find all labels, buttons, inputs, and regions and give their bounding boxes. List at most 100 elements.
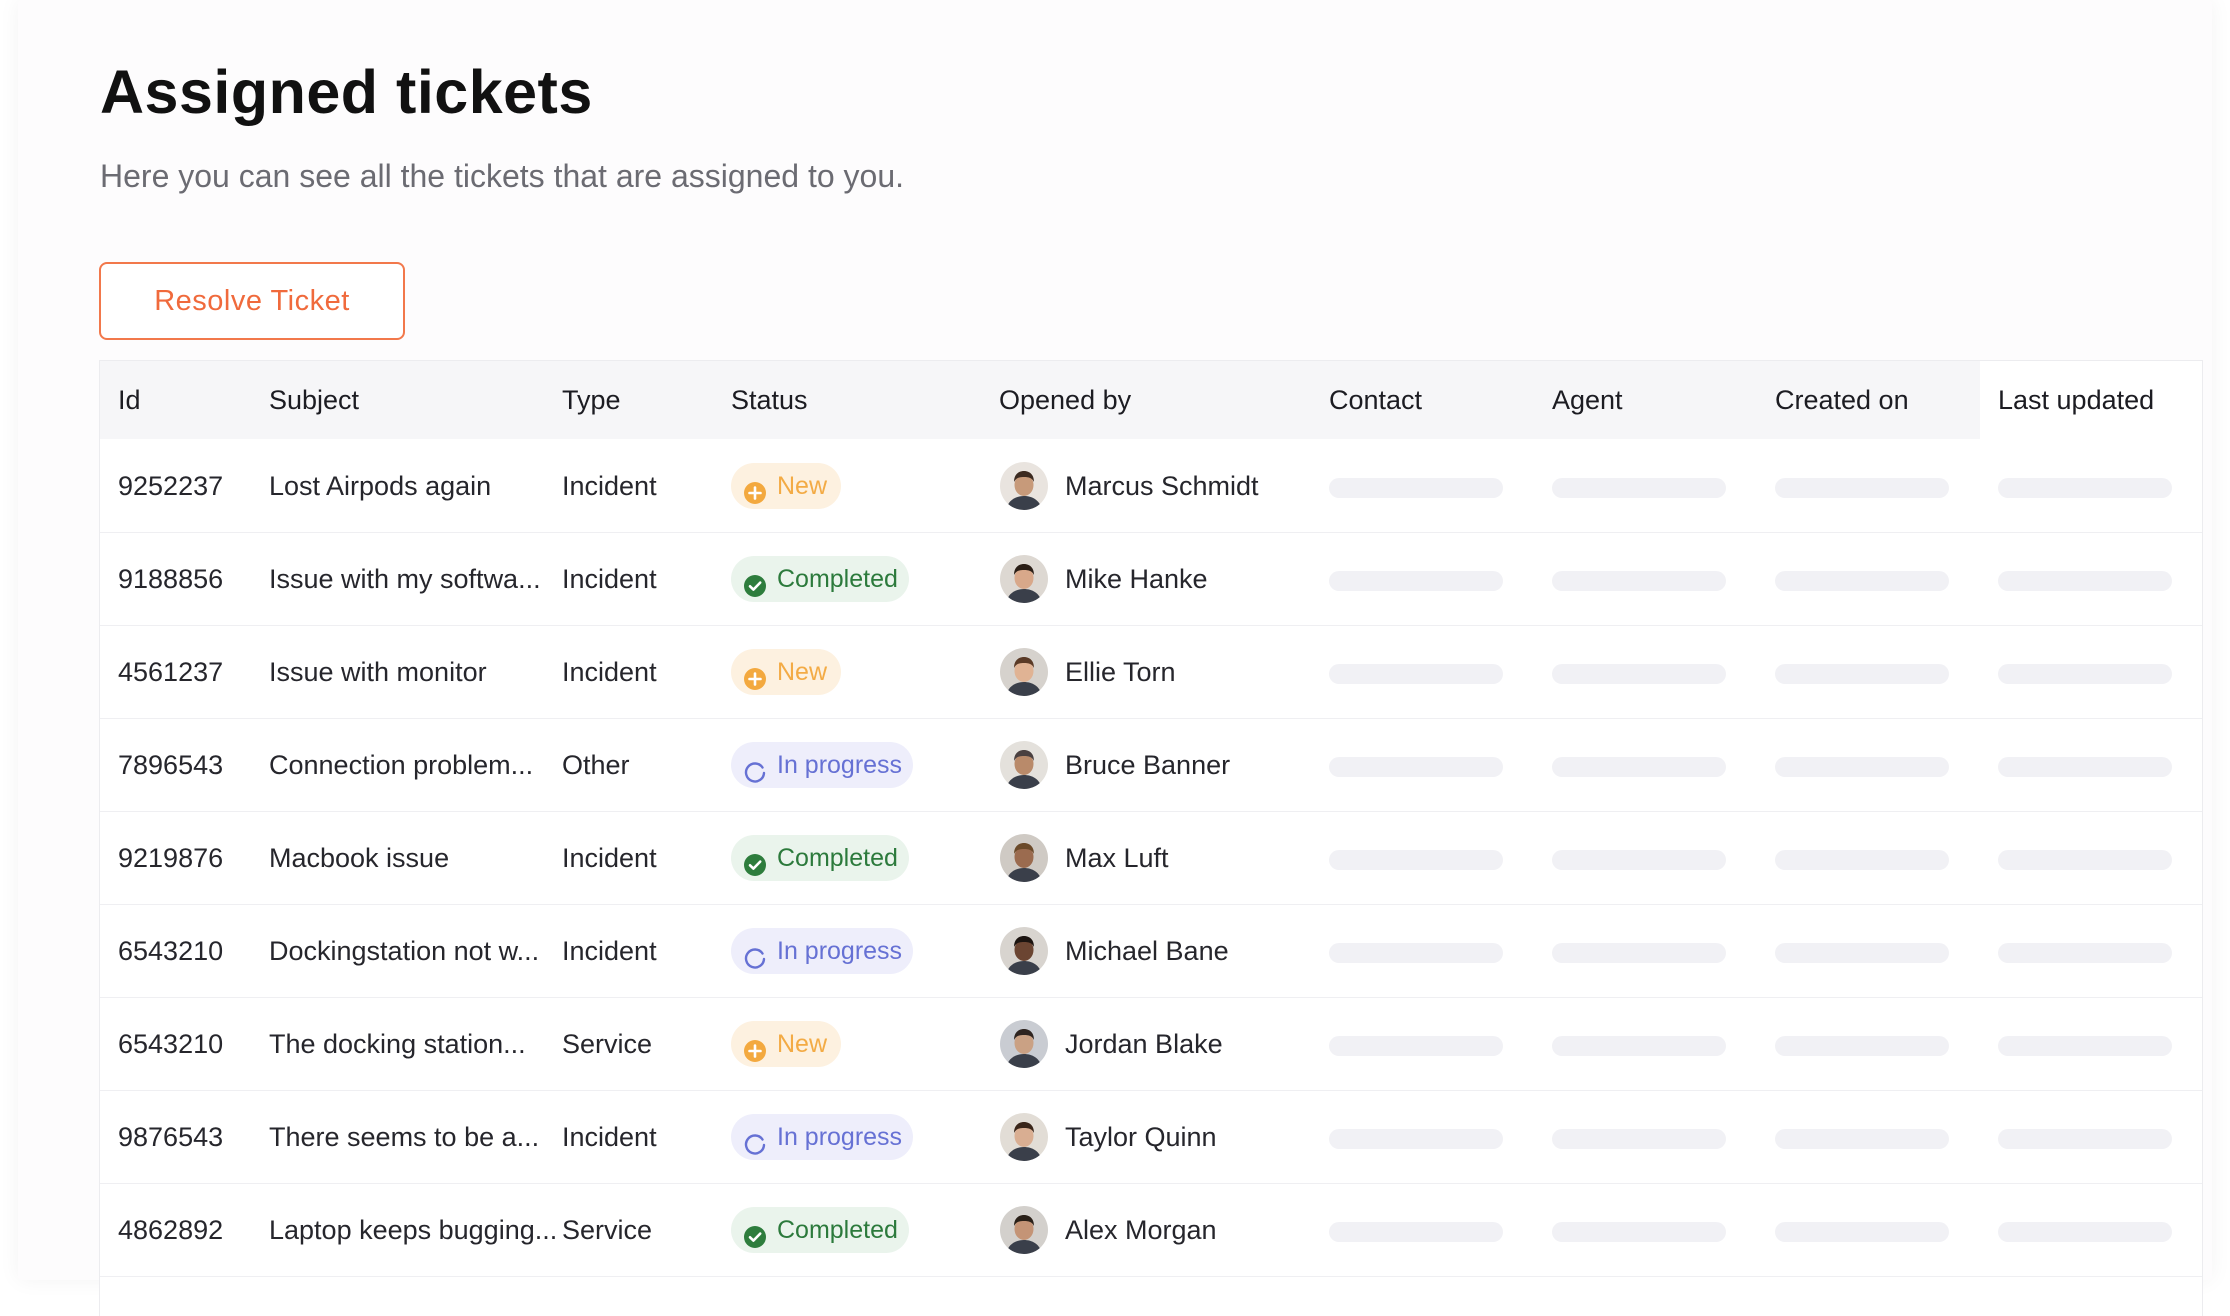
ticket-subject[interactable]: There seems to be a... — [269, 1091, 539, 1183]
status-label: New — [777, 658, 828, 686]
status-badge: In progress — [731, 742, 913, 788]
resolve-ticket-button[interactable]: Resolve Ticket — [99, 262, 405, 340]
contact-skeleton — [1329, 571, 1503, 591]
column-header-last-updated[interactable]: Last updated — [1998, 361, 2154, 439]
created-on-skeleton — [1775, 571, 1949, 591]
opened-by-name: Alex Morgan — [1065, 1215, 1217, 1245]
progress-spinner-icon — [743, 753, 767, 783]
table-row[interactable]: 4862892 Laptop keeps bugging... Service Com… — [100, 1184, 2202, 1277]
ticket-subject[interactable]: Issue with my softwa... — [269, 533, 541, 625]
ticket-type: Incident — [562, 1122, 657, 1152]
last-updated-skeleton — [1998, 1036, 2172, 1056]
agent-skeleton — [1552, 1222, 1726, 1242]
last-updated-skeleton — [1998, 943, 2172, 963]
ticket-subject[interactable]: Laptop keeps bugging... — [269, 1184, 557, 1276]
status-badge: New — [731, 1021, 841, 1067]
avatar — [1000, 741, 1048, 789]
table-row[interactable]: 9188856 Issue with my softwa... Incident Co… — [100, 533, 2202, 626]
table-row[interactable]: 9252237 Lost Airpods again Incident New Marc… — [100, 440, 2202, 533]
status-label: In progress — [777, 751, 903, 779]
plus-circle-icon — [743, 1032, 767, 1062]
progress-spinner-icon — [743, 1125, 767, 1155]
status-badge: Completed — [731, 1207, 909, 1253]
created-on-skeleton — [1775, 1129, 1949, 1149]
column-header-status[interactable]: Status — [731, 361, 808, 439]
opened-by-name: Jordan Blake — [1065, 1029, 1223, 1059]
contact-skeleton — [1329, 850, 1503, 870]
ticket-type: Service — [562, 1215, 653, 1245]
ticket-subject[interactable]: Macbook issue — [269, 812, 449, 904]
status-badge: Completed — [731, 835, 909, 881]
check-circle-icon — [743, 567, 767, 597]
ticket-subject[interactable]: Issue with monitor — [269, 626, 487, 718]
ticket-id: 9876543 — [118, 1122, 224, 1152]
column-header-subject[interactable]: Subject — [269, 361, 359, 439]
status-badge: New — [731, 463, 841, 509]
last-updated-skeleton — [1998, 664, 2172, 684]
ticket-id: 9219876 — [118, 843, 224, 873]
last-updated-skeleton — [1998, 571, 2172, 591]
avatar — [1000, 462, 1048, 510]
ticket-subject[interactable]: Lost Airpods again — [269, 440, 491, 532]
table-row[interactable]: 7896543 Connection problem... Other In prog… — [100, 719, 2202, 812]
ticket-id: 4862892 — [118, 1215, 224, 1245]
contact-skeleton — [1329, 757, 1503, 777]
avatar — [1000, 648, 1048, 696]
status-badge: In progress — [731, 928, 913, 974]
ticket-id: 6543210 — [118, 936, 224, 966]
ticket-type: Service — [562, 1029, 653, 1059]
table-row[interactable]: 9876543 There seems to be a... Incident In … — [100, 1091, 2202, 1184]
column-header-agent[interactable]: Agent — [1552, 361, 1623, 439]
column-header-created-on[interactable]: Created on — [1775, 361, 1909, 439]
opened-by-name: Max Luft — [1065, 843, 1169, 873]
column-header-id[interactable]: Id — [118, 361, 141, 439]
last-updated-skeleton — [1998, 1129, 2172, 1149]
ticket-type: Incident — [562, 471, 657, 501]
agent-skeleton — [1552, 850, 1726, 870]
contact-skeleton — [1329, 1036, 1503, 1056]
created-on-skeleton — [1775, 943, 1949, 963]
table-row[interactable]: 6543210 The docking station... Service New J… — [100, 998, 2202, 1091]
avatar — [1000, 555, 1048, 603]
opened-by-name: Ellie Torn — [1065, 657, 1176, 687]
table-row[interactable]: 9219876 Macbook issue Incident Completed Max… — [100, 812, 2202, 905]
table-row[interactable]: 6543210 Dockingstation not w... Incident In… — [100, 905, 2202, 998]
page-subtitle: Here you can see all the tickets that ar… — [100, 158, 905, 194]
ticket-id: 6543210 — [118, 1029, 224, 1059]
status-badge: Completed — [731, 556, 909, 602]
ticket-subject[interactable]: The docking station... — [269, 998, 526, 1090]
ticket-id: 9188856 — [118, 564, 224, 594]
ticket-subject[interactable]: Dockingstation not w... — [269, 905, 539, 997]
status-badge: New — [731, 649, 841, 695]
column-header-contact[interactable]: Contact — [1329, 361, 1422, 439]
agent-skeleton — [1552, 943, 1726, 963]
contact-skeleton — [1329, 1222, 1503, 1242]
last-updated-skeleton — [1998, 478, 2172, 498]
created-on-skeleton — [1775, 1222, 1949, 1242]
agent-skeleton — [1552, 1036, 1726, 1056]
column-header-opened-by[interactable]: Opened by — [999, 361, 1131, 439]
check-circle-icon — [743, 846, 767, 876]
agent-skeleton — [1552, 571, 1726, 591]
avatar — [1000, 927, 1048, 975]
tickets-panel: Assigned tickets Here you can see all th… — [18, 0, 2212, 1316]
table-row[interactable]: 4561237 Issue with monitor Incident New Elli… — [100, 626, 2202, 719]
status-label: Completed — [777, 1216, 898, 1244]
created-on-skeleton — [1775, 478, 1949, 498]
avatar — [1000, 1206, 1048, 1254]
contact-skeleton — [1329, 478, 1503, 498]
status-label: New — [777, 1030, 828, 1058]
contact-skeleton — [1329, 1129, 1503, 1149]
tickets-table: Id Subject Type Status Opened by Contact… — [99, 360, 2203, 1316]
avatar — [1000, 1113, 1048, 1161]
contact-skeleton — [1329, 943, 1503, 963]
column-header-type[interactable]: Type — [562, 361, 621, 439]
plus-circle-icon — [743, 660, 767, 690]
progress-spinner-icon — [743, 939, 767, 969]
ticket-id: 9252237 — [118, 471, 224, 501]
avatar — [1000, 834, 1048, 882]
status-label: In progress — [777, 1123, 903, 1151]
page-title: Assigned tickets — [100, 58, 593, 126]
ticket-subject[interactable]: Connection problem... — [269, 719, 533, 811]
last-updated-skeleton — [1998, 850, 2172, 870]
